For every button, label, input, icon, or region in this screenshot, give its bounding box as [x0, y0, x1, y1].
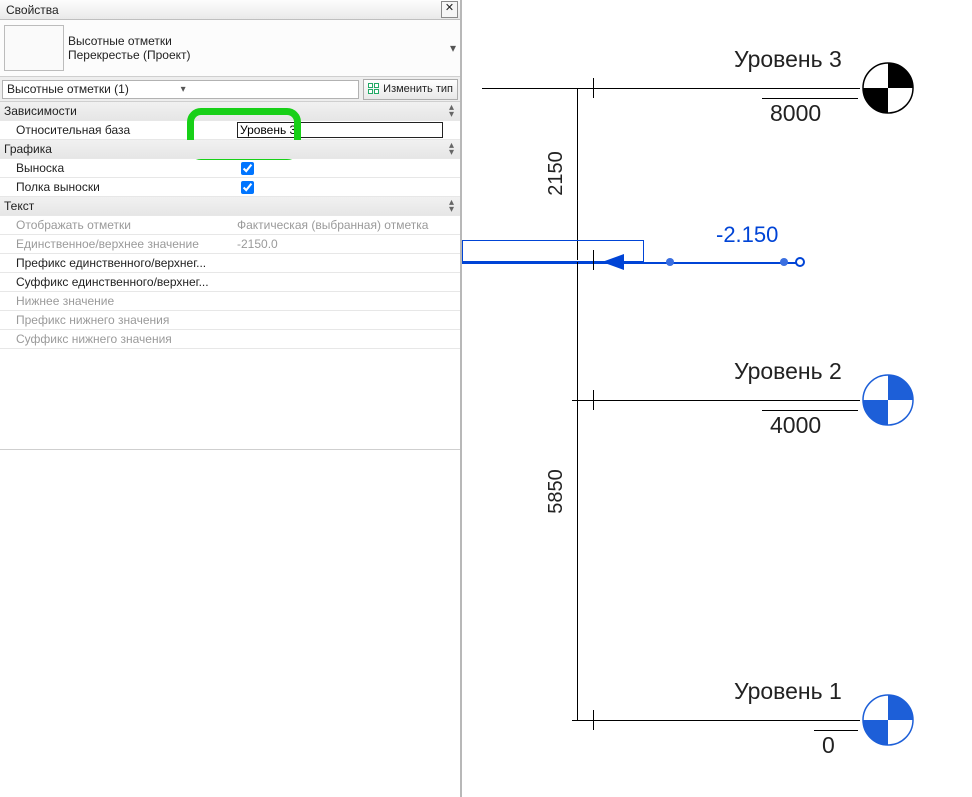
relative-base-label: Относительная база — [0, 123, 235, 137]
type-selector[interactable]: Высотные отметки Перекрестье (Проект) ▾ — [0, 20, 460, 77]
spot-arrow-icon — [602, 254, 624, 273]
level1-value: 0 — [822, 732, 835, 759]
type-dropdown-arrow[interactable]: ▾ — [446, 25, 460, 71]
group-text[interactable]: Текст ▴▾ — [0, 197, 460, 216]
type-name: Перекрестье (Проект) — [68, 48, 446, 62]
dim1-line — [577, 88, 578, 260]
relative-base-cell — [235, 122, 460, 138]
collapse-icon[interactable]: ▴▾ — [449, 199, 454, 213]
row-single-upper: Единственное/верхнее значение -2150.0 — [0, 235, 460, 254]
edit-type-label: Изменить тип — [383, 83, 453, 95]
type-thumbnail — [4, 25, 64, 71]
level2-tick — [593, 390, 594, 410]
row-suffix-lower: Суффикс нижнего значения — [0, 330, 460, 349]
instance-row: Высотные отметки (1) ▾ Изменить тип — [0, 77, 460, 102]
leader-label: Выноска — [0, 161, 235, 175]
level1-underline — [814, 730, 858, 731]
level1-tick — [593, 710, 594, 730]
row-suffix-su[interactable]: Суффикс единственного/верхнег... — [0, 273, 460, 292]
display-elevations-value: Фактическая (выбранная) отметка — [235, 218, 460, 232]
level2-line — [572, 400, 860, 401]
row-relative-base: Относительная база — [0, 121, 460, 140]
drawing-canvas[interactable]: Уровень 3 8000 2150 -2.150 5850 Уровень … — [462, 0, 972, 797]
group-constraints[interactable]: Зависимости ▴▾ — [0, 102, 460, 121]
leader-checkbox[interactable] — [241, 162, 254, 175]
level3-line — [482, 88, 860, 89]
level3-value: 8000 — [770, 100, 821, 127]
properties-panel: Свойства ✕ Высотные отметки Перекрестье … — [0, 0, 462, 797]
collapse-icon[interactable]: ▴▾ — [449, 142, 454, 156]
relative-base-input[interactable] — [237, 122, 443, 138]
row-prefix-lower: Префикс нижнего значения — [0, 311, 460, 330]
panel-blank — [0, 450, 460, 797]
panel-title-text: Свойства — [6, 3, 441, 17]
level1-line — [572, 720, 860, 721]
shoulder-label: Полка выноски — [0, 180, 235, 194]
spot-handle-1[interactable] — [666, 258, 674, 266]
instance-filter[interactable]: Высотные отметки (1) ▾ — [2, 80, 359, 99]
shoulder-checkbox[interactable] — [241, 181, 254, 194]
type-text: Высотные отметки Перекрестье (Проект) — [68, 34, 446, 62]
row-leader: Выноска — [0, 159, 460, 178]
dim2-text: 5850 — [545, 469, 568, 514]
row-lower-value: Нижнее значение — [0, 292, 460, 311]
edit-type-button[interactable]: Изменить тип — [363, 79, 458, 100]
panel-title-bar[interactable]: Свойства ✕ — [0, 0, 460, 20]
level2-value: 4000 — [770, 412, 821, 439]
spot-elevation-text[interactable]: -2.150 — [716, 222, 778, 248]
level2-marker — [862, 374, 914, 426]
single-upper-value: -2150.0 — [235, 237, 460, 251]
chevron-down-icon: ▾ — [181, 84, 355, 95]
edit-type-icon — [368, 83, 380, 95]
group-graphics[interactable]: Графика ▴▾ — [0, 140, 460, 159]
property-grid: Зависимости ▴▾ Относительная база График… — [0, 102, 460, 450]
spot-level-line — [462, 262, 800, 264]
level3-underline — [762, 98, 858, 99]
instance-filter-label: Высотные отметки (1) — [7, 82, 181, 96]
level2-underline — [762, 410, 858, 411]
dim1-text: 2150 — [545, 151, 568, 196]
level1-marker — [862, 694, 914, 746]
level3-marker — [862, 62, 914, 114]
level3-name: Уровень 3 — [734, 46, 842, 73]
dim2-line — [577, 262, 578, 720]
spot-end-handle[interactable] — [795, 257, 805, 267]
row-shoulder: Полка выноски — [0, 178, 460, 197]
spot-handle-2[interactable] — [780, 258, 788, 266]
level1-name: Уровень 1 — [734, 678, 842, 705]
collapse-icon[interactable]: ▴▾ — [449, 104, 454, 118]
spot-tick — [593, 250, 594, 270]
row-display-elevations: Отображать отметки Фактическая (выбранна… — [0, 216, 460, 235]
level2-name: Уровень 2 — [734, 358, 842, 385]
row-prefix-su[interactable]: Префикс единственного/верхнег... — [0, 254, 460, 273]
close-button[interactable]: ✕ — [441, 1, 458, 18]
level3-tick — [593, 78, 594, 98]
type-family: Высотные отметки — [68, 34, 446, 48]
